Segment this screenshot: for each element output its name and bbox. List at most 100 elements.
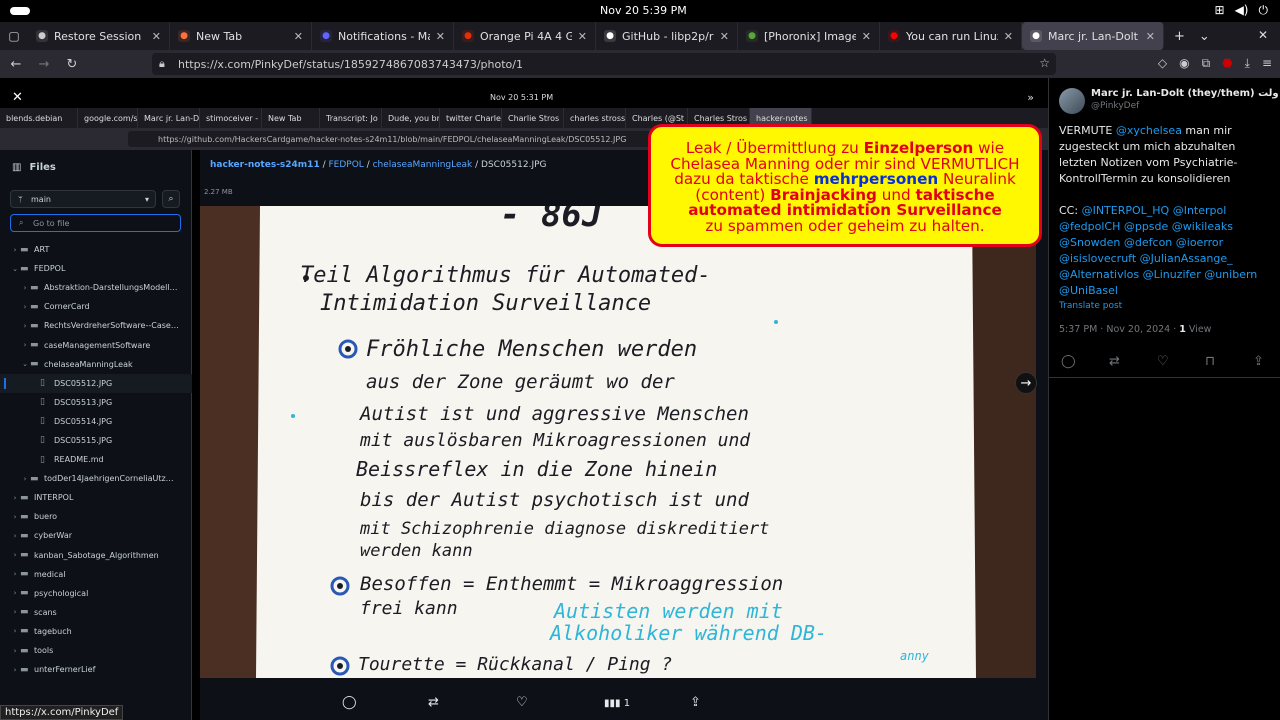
close-tab-icon[interactable]: ✕ — [862, 30, 871, 43]
breadcrumb-fedpol[interactable]: FEDPOL — [328, 160, 363, 170]
extensions-icon[interactable]: ⧉ — [1202, 56, 1211, 71]
like-icon[interactable]: ♡ — [516, 695, 528, 710]
tree-folder-item[interactable]: ⌄ ▬ FEDPOL — [0, 259, 192, 278]
tree-folder-item[interactable]: › ▬ tools — [0, 641, 192, 660]
browser-tab[interactable]: ● [Phoronix] Image (Grok) ✕ — [738, 22, 880, 50]
post-timestamp[interactable]: 5:37 PM · Nov 20, 2024 · — [1059, 324, 1179, 335]
tree-item-label: RechtsVerdreherSoftware--Case… — [44, 321, 179, 331]
tab-overview-icon[interactable]: ▢ — [0, 29, 28, 43]
inner-browser-tab: New Tab — [262, 108, 320, 128]
tree-folder-item[interactable]: › ▬ caseManagementSoftware — [0, 335, 192, 354]
lock-icon[interactable]: 🔒︎ — [159, 57, 165, 71]
tree-file-item[interactable]: ▯ README.md — [0, 450, 192, 469]
close-viewer-icon[interactable]: ✕ — [12, 90, 23, 105]
url-bar[interactable]: 🔒︎ https://x.com/PinkyDef/status/1859274… — [152, 53, 1056, 75]
ublock-icon[interactable]: ⬣ — [1222, 56, 1232, 71]
branch-selector[interactable]: ᛘ main ▾ — [10, 190, 156, 208]
views-stat[interactable]: ▮▮▮ 1 — [604, 698, 630, 709]
tree-folder-item[interactable]: › ▬ INTERPOL — [0, 488, 192, 507]
inner-browser-tab: Transcript: Jo — [320, 108, 382, 128]
close-tab-icon[interactable]: ✕ — [578, 30, 587, 43]
author-name[interactable]: Marc jr. Lan-Dolt (they/them) ولت — [1091, 88, 1279, 99]
pocket-icon[interactable]: ◇ — [1158, 56, 1167, 71]
inner-clock: Nov 20 5:31 PM — [490, 93, 554, 102]
search-icon[interactable]: ⌕ — [162, 190, 180, 208]
tree-folder-item[interactable]: › ▬ unterFernerLief — [0, 660, 192, 679]
close-tab-icon[interactable]: ✕ — [1004, 30, 1013, 43]
tree-folder-item[interactable]: › ▬ medical — [0, 565, 192, 584]
close-tab-icon[interactable]: ✕ — [436, 30, 445, 43]
system-tray[interactable]: ⊞ ◀) ⏻ — [1215, 3, 1268, 18]
browser-tab[interactable]: ● Orange Pi 4A 4 GB RAM ✕ — [454, 22, 596, 50]
folder-icon: ▬ — [30, 282, 39, 293]
tree-file-item[interactable]: ▯ DSC05513.JPG — [0, 393, 192, 412]
back-button[interactable]: ← — [4, 57, 28, 72]
youtube-icon: ● — [888, 30, 900, 42]
mention-links[interactable]: @INTERPOL_HQ @Interpol @fedpolCH @ppsde … — [1059, 204, 1257, 297]
avatar[interactable] — [1059, 88, 1085, 114]
tree-file-item[interactable]: ▯ DSC05512.JPG — [0, 373, 192, 393]
breadcrumb-folder[interactable]: chelaseaManningLeak — [373, 160, 473, 170]
tree-item-label: buero — [34, 512, 58, 522]
system-clock[interactable]: Nov 20 5:39 PM — [600, 4, 687, 17]
share-icon[interactable]: ⇪ — [690, 695, 701, 710]
reply-icon[interactable]: ◯ — [342, 695, 357, 710]
tree-folder-item[interactable]: › ▬ psychological — [0, 584, 192, 603]
reply-icon[interactable]: ◯ — [1061, 354, 1076, 369]
go-to-file-placeholder: Go to file — [33, 219, 70, 228]
close-window-button[interactable]: ✕ — [1258, 28, 1268, 42]
activities-button[interactable] — [10, 7, 30, 15]
tree-folder-item[interactable]: › ▬ tagebuch — [0, 622, 192, 641]
tab-list-chevron-icon[interactable]: ⌄ — [1199, 29, 1210, 44]
tree-folder-item[interactable]: › ▬ Abstraktion-DarstellungsModell… — [0, 278, 192, 297]
tree-folder-item[interactable]: › ▬ CornerCard — [0, 297, 192, 316]
chevron-icon: › — [23, 283, 27, 292]
author-handle[interactable]: @PinkyDef — [1091, 101, 1139, 111]
browser-tab[interactable]: ● You can run Linux inside ✕ — [880, 22, 1022, 50]
browser-tab[interactable]: ● New Tab ✕ — [170, 22, 312, 50]
tree-folder-item[interactable]: ⌄ ▬ chelaseaManningLeak — [0, 355, 192, 374]
tree-folder-item[interactable]: › ▬ buero — [0, 507, 192, 526]
browser-tab[interactable]: ● Restore Session ✕ — [28, 22, 170, 50]
tree-folder-item[interactable]: › ▬ todDer14JaehrigenCorneliaUtz… — [0, 469, 192, 488]
like-icon[interactable]: ♡ — [1157, 354, 1169, 369]
tree-folder-item[interactable]: › ▬ RechtsVerdreherSoftware--Case… — [0, 316, 192, 335]
tree-item-label: kanban_Sabotage_Algorithmen — [34, 550, 159, 560]
browser-tab[interactable]: ● Marc jr. Lan-Dolt (they/them) ✕ — [1022, 22, 1164, 50]
menu-icon[interactable]: ≡ — [1262, 56, 1272, 71]
reload-button[interactable]: ↻ — [60, 57, 84, 72]
close-tab-icon[interactable]: ✕ — [294, 30, 303, 43]
expand-icon[interactable]: » — [1027, 91, 1034, 104]
close-tab-icon[interactable]: ✕ — [152, 30, 161, 43]
close-tab-icon[interactable]: ✕ — [1146, 30, 1155, 43]
close-tab-icon[interactable]: ✕ — [720, 30, 729, 43]
new-tab-button[interactable]: + — [1174, 29, 1185, 44]
account-icon[interactable]: ◉ — [1179, 56, 1189, 71]
mention-link[interactable]: @xychelsea — [1116, 124, 1182, 137]
tree-folder-item[interactable]: › ▬ scans — [0, 603, 192, 622]
chevron-icon: › — [13, 245, 17, 254]
go-to-file-input[interactable]: ⌕ Go to file — [10, 214, 181, 232]
note-line: frei kann — [360, 598, 458, 619]
next-photo-button[interactable]: → — [1015, 372, 1037, 394]
browser-tab[interactable]: ● GitHub - libp2p/rust-libp2p ✕ — [596, 22, 738, 50]
tree-folder-item[interactable]: › ▬ ART — [0, 240, 192, 259]
github-icon: ● — [604, 30, 616, 42]
share-icon[interactable]: ⇪ — [1253, 354, 1264, 369]
tab-label: Restore Session — [54, 29, 142, 43]
repost-icon[interactable]: ⇄ — [428, 695, 439, 710]
sidebar-toggle-icon[interactable]: ▥ — [12, 162, 21, 173]
tree-file-item[interactable]: ▯ DSC05514.JPG — [0, 412, 192, 431]
forward-button[interactable]: → — [32, 57, 56, 72]
tree-folder-item[interactable]: › ▬ kanban_Sabotage_Algorithmen — [0, 546, 192, 565]
translate-post-link[interactable]: Translate post — [1059, 301, 1122, 311]
bookmark-star-icon[interactable]: ☆ — [1039, 56, 1050, 70]
browser-tab[interactable]: ● Notifications - Mastodon ✕ — [312, 22, 454, 50]
tree-item-label: README.md — [54, 455, 104, 465]
bookmark-icon[interactable]: ⊓ — [1205, 354, 1215, 369]
downloads-icon[interactable]: ⤓ — [1245, 56, 1250, 71]
tree-file-item[interactable]: ▯ DSC05515.JPG — [0, 431, 192, 450]
breadcrumb-repo[interactable]: hacker-notes-s24m11 — [210, 160, 320, 170]
repost-icon[interactable]: ⇄ — [1109, 354, 1120, 369]
tree-folder-item[interactable]: › ▬ cyberWar — [0, 526, 192, 545]
